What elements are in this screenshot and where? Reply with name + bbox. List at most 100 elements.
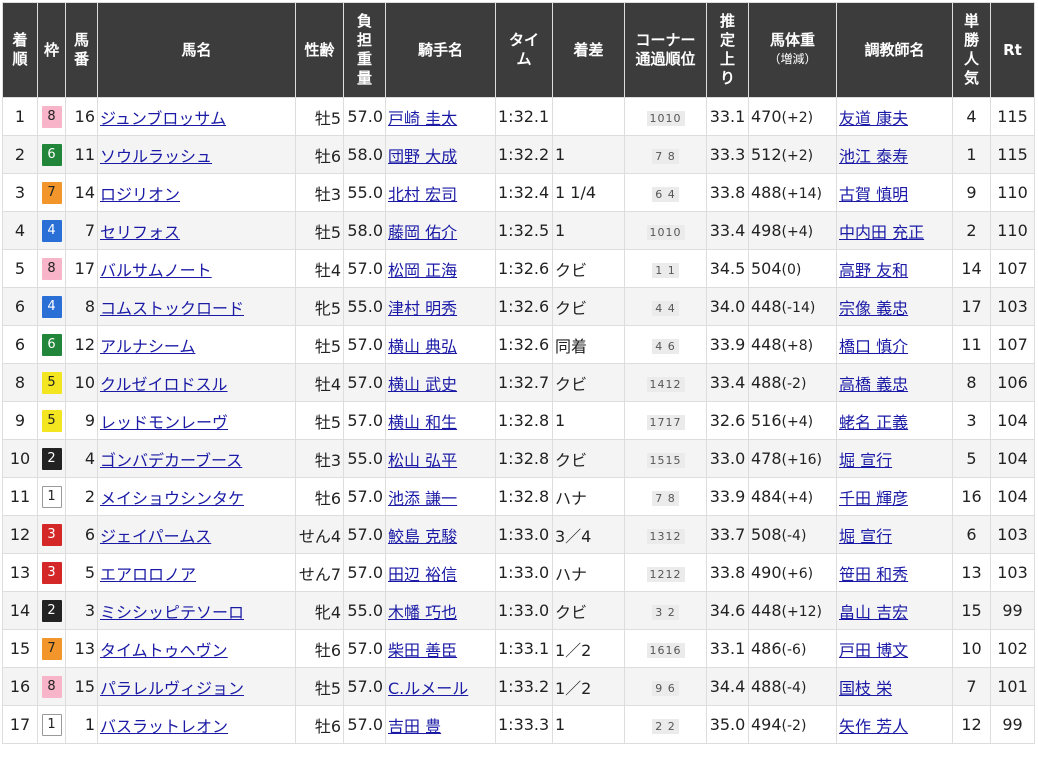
trainer-cell[interactable]: 笹田 和秀 xyxy=(836,553,953,592)
jockey-cell[interactable]: 横山 典弘 xyxy=(385,325,496,364)
trainer-link[interactable]: 橋口 慎介 xyxy=(839,337,908,356)
trainer-cell[interactable]: 友道 康夫 xyxy=(836,97,953,136)
trainer-link[interactable]: 宗像 義忠 xyxy=(839,299,908,318)
trainer-link[interactable]: 矢作 芳人 xyxy=(839,717,908,736)
jockey-cell[interactable]: 田辺 裕信 xyxy=(385,553,496,592)
trainer-link[interactable]: 蛯名 正義 xyxy=(839,413,908,432)
jockey-link[interactable]: 北村 宏司 xyxy=(388,185,457,204)
trainer-link[interactable]: 中内田 充正 xyxy=(839,223,924,242)
jockey-cell[interactable]: 津村 明秀 xyxy=(385,287,496,326)
jockey-link[interactable]: 横山 武史 xyxy=(388,375,457,394)
jockey-cell[interactable]: 松山 弘平 xyxy=(385,439,496,478)
horse-name-link[interactable]: ソウルラッシュ xyxy=(100,147,212,166)
horse-name-cell[interactable]: ミシシッピテソーロ xyxy=(97,591,296,630)
trainer-link[interactable]: 国枝 栄 xyxy=(839,679,892,698)
trainer-cell[interactable]: 橋口 慎介 xyxy=(836,325,953,364)
trainer-link[interactable]: 堀 宣行 xyxy=(839,451,892,470)
horse-name-cell[interactable]: エアロロノア xyxy=(97,553,296,592)
horse-name-cell[interactable]: メイショウシンタケ xyxy=(97,477,296,516)
trainer-cell[interactable]: 古賀 慎明 xyxy=(836,173,953,212)
trainer-cell[interactable]: 堀 宣行 xyxy=(836,515,953,554)
jockey-cell[interactable]: 鮫島 克駿 xyxy=(385,515,496,554)
horse-name-link[interactable]: パラレルヴィジョン xyxy=(100,679,244,698)
trainer-link[interactable]: 池江 泰寿 xyxy=(839,147,908,166)
horse-name-link[interactable]: コムストックロード xyxy=(100,299,244,318)
trainer-link[interactable]: 畠山 吉宏 xyxy=(839,603,908,622)
trainer-link[interactable]: 友道 康夫 xyxy=(839,109,908,128)
horse-name-cell[interactable]: バスラットレオン xyxy=(97,705,296,744)
jockey-cell[interactable]: 北村 宏司 xyxy=(385,173,496,212)
horse-name-cell[interactable]: クルゼイロドスル xyxy=(97,363,296,402)
horse-name-link[interactable]: バスラットレオン xyxy=(100,717,228,736)
trainer-link[interactable]: 堀 宣行 xyxy=(839,527,892,546)
jockey-cell[interactable]: 柴田 善臣 xyxy=(385,629,496,668)
trainer-link[interactable]: 高野 友和 xyxy=(839,261,908,280)
jockey-cell[interactable]: 池添 謙一 xyxy=(385,477,496,516)
trainer-cell[interactable]: 矢作 芳人 xyxy=(836,705,953,744)
trainer-cell[interactable]: 千田 輝彦 xyxy=(836,477,953,516)
jockey-link[interactable]: 松山 弘平 xyxy=(388,451,457,470)
horse-name-cell[interactable]: ロジリオン xyxy=(97,173,296,212)
horse-name-cell[interactable]: レッドモンレーヴ xyxy=(97,401,296,440)
horse-name-link[interactable]: ゴンバデカーブース xyxy=(100,451,242,470)
horse-name-link[interactable]: バルサムノート xyxy=(100,261,212,280)
trainer-link[interactable]: 高橋 義忠 xyxy=(839,375,908,394)
horse-name-cell[interactable]: パラレルヴィジョン xyxy=(97,667,296,706)
jockey-link[interactable]: 津村 明秀 xyxy=(388,299,457,318)
jockey-cell[interactable]: C.ルメール xyxy=(385,667,496,706)
trainer-link[interactable]: 笹田 和秀 xyxy=(839,565,908,584)
horse-name-link[interactable]: ジュンブロッサム xyxy=(100,109,226,128)
horse-name-cell[interactable]: ゴンバデカーブース xyxy=(97,439,296,478)
jockey-cell[interactable]: 団野 大成 xyxy=(385,135,496,174)
horse-name-cell[interactable]: タイムトゥヘヴン xyxy=(97,629,296,668)
trainer-cell[interactable]: 宗像 義忠 xyxy=(836,287,953,326)
trainer-cell[interactable]: 蛯名 正義 xyxy=(836,401,953,440)
jockey-link[interactable]: 鮫島 克駿 xyxy=(388,527,457,546)
horse-name-cell[interactable]: ジェイパームス xyxy=(97,515,296,554)
jockey-link[interactable]: 団野 大成 xyxy=(388,147,457,166)
trainer-cell[interactable]: 国枝 栄 xyxy=(836,667,953,706)
jockey-cell[interactable]: 藤岡 佑介 xyxy=(385,211,496,250)
trainer-cell[interactable]: 畠山 吉宏 xyxy=(836,591,953,630)
trainer-cell[interactable]: 中内田 充正 xyxy=(836,211,953,250)
horse-name-link[interactable]: アルナシーム xyxy=(100,337,195,356)
jockey-link[interactable]: 柴田 善臣 xyxy=(388,641,457,660)
jockey-link[interactable]: 戸崎 圭太 xyxy=(388,109,457,128)
horse-name-cell[interactable]: ジュンブロッサム xyxy=(97,97,296,136)
horse-name-link[interactable]: エアロロノア xyxy=(100,565,196,584)
trainer-link[interactable]: 戸田 博文 xyxy=(839,641,908,660)
horse-name-link[interactable]: ジェイパームス xyxy=(100,527,211,546)
trainer-link[interactable]: 古賀 慎明 xyxy=(839,185,908,204)
jockey-link[interactable]: 横山 典弘 xyxy=(388,337,457,356)
horse-name-link[interactable]: ミシシッピテソーロ xyxy=(100,603,244,622)
trainer-link[interactable]: 千田 輝彦 xyxy=(839,489,908,508)
jockey-link[interactable]: 吉田 豊 xyxy=(388,717,441,736)
horse-name-cell[interactable]: コムストックロード xyxy=(97,287,296,326)
jockey-link[interactable]: 田辺 裕信 xyxy=(388,565,457,584)
jockey-link[interactable]: 池添 謙一 xyxy=(388,489,457,508)
jockey-cell[interactable]: 木幡 巧也 xyxy=(385,591,496,630)
horse-name-link[interactable]: レッドモンレーヴ xyxy=(100,413,228,432)
jockey-cell[interactable]: 戸崎 圭太 xyxy=(385,97,496,136)
horse-name-link[interactable]: タイムトゥヘヴン xyxy=(100,641,228,660)
horse-name-cell[interactable]: ソウルラッシュ xyxy=(97,135,296,174)
horse-name-link[interactable]: セリフォス xyxy=(100,223,180,242)
jockey-link[interactable]: 木幡 巧也 xyxy=(388,603,457,622)
jockey-link[interactable]: C.ルメール xyxy=(388,679,468,698)
jockey-link[interactable]: 松岡 正海 xyxy=(388,261,457,280)
trainer-cell[interactable]: 堀 宣行 xyxy=(836,439,953,478)
jockey-cell[interactable]: 横山 和生 xyxy=(385,401,496,440)
horse-name-cell[interactable]: バルサムノート xyxy=(97,249,296,288)
jockey-cell[interactable]: 松岡 正海 xyxy=(385,249,496,288)
jockey-link[interactable]: 横山 和生 xyxy=(388,413,457,432)
jockey-cell[interactable]: 吉田 豊 xyxy=(385,705,496,744)
jockey-cell[interactable]: 横山 武史 xyxy=(385,363,496,402)
horse-name-cell[interactable]: セリフォス xyxy=(97,211,296,250)
trainer-cell[interactable]: 高橋 義忠 xyxy=(836,363,953,402)
horse-name-link[interactable]: ロジリオン xyxy=(100,185,180,204)
jockey-link[interactable]: 藤岡 佑介 xyxy=(388,223,457,242)
horse-name-link[interactable]: クルゼイロドスル xyxy=(100,375,228,394)
horse-name-cell[interactable]: アルナシーム xyxy=(97,325,296,364)
trainer-cell[interactable]: 高野 友和 xyxy=(836,249,953,288)
trainer-cell[interactable]: 戸田 博文 xyxy=(836,629,953,668)
